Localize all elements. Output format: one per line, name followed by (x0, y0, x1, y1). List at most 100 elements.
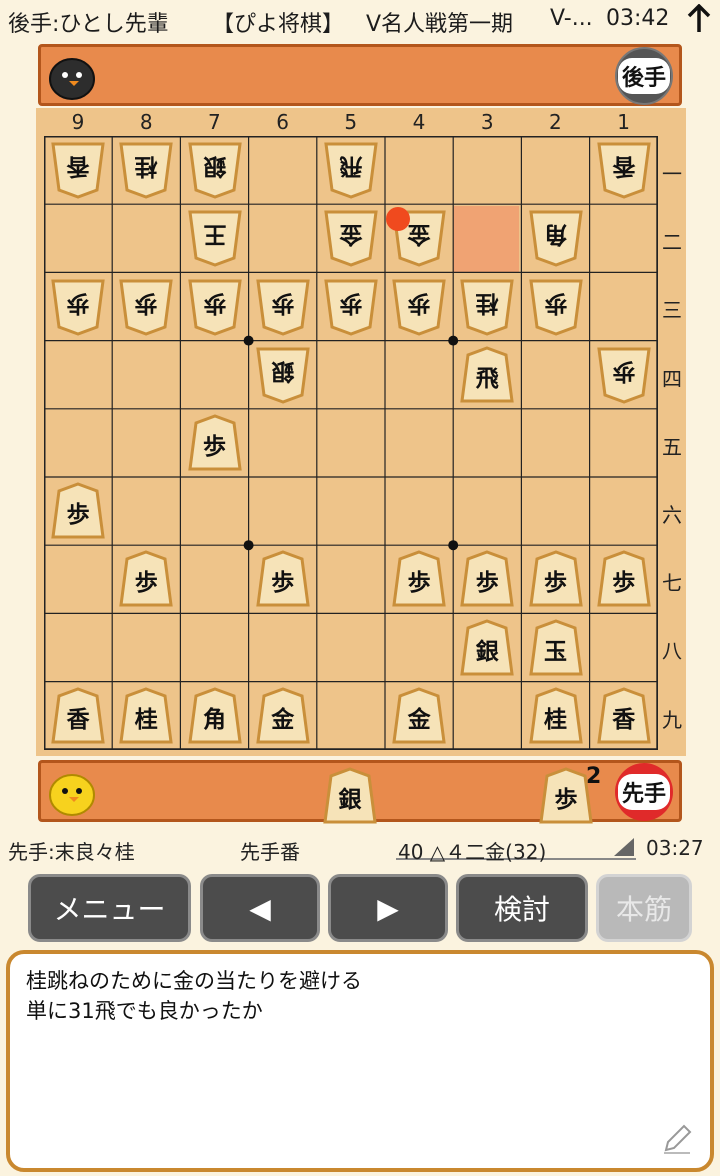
shogi-piece[interactable]: 香 (596, 140, 652, 200)
shogi-piece[interactable]: 桂 (459, 277, 515, 337)
prev-move-button[interactable]: ◀ (200, 874, 320, 942)
piece-label: 歩 (407, 289, 431, 316)
analyze-button[interactable]: 検討 (456, 874, 588, 942)
row-label: 五 (662, 434, 682, 459)
shogi-piece[interactable]: 歩 (187, 413, 243, 473)
piece-label: 金 (407, 706, 431, 733)
last-move-marker-icon (386, 207, 410, 231)
piece-label: 歩 (271, 289, 295, 316)
mainline-button[interactable]: 本筋 (596, 874, 692, 942)
shogi-piece[interactable]: 歩 (255, 277, 311, 337)
shogi-piece[interactable]: 王 (187, 208, 243, 268)
piece-label: 歩 (134, 289, 158, 316)
app-title: 【ぴよ将棋】 (212, 12, 345, 37)
piece-label: 香 (66, 706, 90, 733)
shogi-piece[interactable]: 歩 (391, 549, 447, 609)
piece-label: 飛 (475, 365, 499, 392)
shogi-piece[interactable]: 香 (50, 686, 106, 746)
shogi-piece[interactable]: 歩 (528, 277, 584, 337)
piece-label: 歩 (612, 570, 636, 597)
sente-badge-label: 先手 (617, 774, 670, 810)
shogi-piece[interactable]: 歩 (323, 277, 379, 337)
shogi-piece[interactable]: 歩 (596, 345, 652, 405)
gote-hand-bar: 後手 (38, 44, 682, 106)
shogi-piece[interactable]: 桂 (118, 140, 174, 200)
shogi-piece[interactable]: 銀 (459, 618, 515, 678)
shogi-piece[interactable]: 桂 (528, 686, 584, 746)
event-extra: V-... (550, 6, 593, 31)
row-label: 六 (662, 503, 682, 527)
event-title: V名人戦第一期 (366, 12, 514, 37)
status-bar: 後手:ひとし先輩 【ぴよ将棋】 V名人戦第一期 V-... 03:42 (0, 0, 720, 42)
piece-label: 銀 (338, 787, 362, 813)
shogi-piece[interactable]: 飛 (323, 140, 379, 200)
comment-line-1: 桂跳ねのために金の当たりを避ける (26, 969, 362, 993)
row-label: 四 (662, 366, 682, 391)
column-label: 6 (276, 110, 289, 134)
shogi-piece[interactable]: 金 (323, 208, 379, 268)
piece-label: 角 (203, 706, 226, 733)
shogi-piece[interactable]: 歩 (118, 549, 174, 609)
shogi-piece[interactable]: 金 (391, 686, 447, 746)
shogi-piece[interactable]: 飛 (459, 345, 515, 405)
shogi-piece[interactable]: 歩 (459, 549, 515, 609)
row-label: 一 (662, 162, 682, 186)
gote-badge: 後手 (615, 47, 673, 105)
dropdown-triangle-icon[interactable] (612, 836, 636, 858)
shogi-piece[interactable]: 香 (50, 140, 106, 200)
shogi-piece[interactable]: 歩 (596, 549, 652, 609)
piece-label: 香 (612, 706, 636, 733)
piece-label: 金 (339, 221, 363, 248)
piece-label: 歩 (66, 502, 90, 529)
shogi-piece[interactable]: 歩 (50, 277, 106, 337)
next-move-button[interactable]: ▶ (328, 874, 448, 942)
up-arrow-icon[interactable] (686, 4, 712, 34)
shogi-piece[interactable]: 角 (528, 208, 584, 268)
hand-piece[interactable]: 銀 (322, 766, 378, 826)
piece-label: 桂 (544, 706, 567, 733)
piece-label: 歩 (544, 570, 567, 597)
shogi-piece[interactable]: 歩 (528, 549, 584, 609)
piece-label: 銀 (475, 638, 499, 665)
shogi-piece[interactable]: 桂 (118, 686, 174, 746)
move-comment[interactable]: 桂跳ねのために金の当たりを避ける 単に31飛でも良かったか (6, 950, 714, 1172)
row-label: 二 (662, 230, 682, 255)
piece-label: 桂 (134, 153, 158, 180)
column-label: 9 (71, 110, 85, 134)
shogi-piece[interactable]: 金 (255, 686, 311, 746)
column-label: 3 (480, 110, 494, 134)
piece-label: 歩 (203, 289, 226, 316)
current-move: 40 △４二金(32) (398, 840, 547, 864)
shogi-piece[interactable]: 歩 (118, 277, 174, 337)
sente-badge: 先手 (615, 763, 673, 821)
row-label: 七 (662, 571, 682, 596)
shogi-piece[interactable]: 歩 (187, 277, 243, 337)
piece-label: 歩 (475, 570, 499, 597)
shogi-piece[interactable]: 歩 (255, 549, 311, 609)
move-time: 03:27 (646, 836, 704, 860)
shogi-piece[interactable]: 玉 (528, 618, 584, 678)
piece-label: 桂 (475, 289, 499, 316)
column-label: 4 (412, 110, 426, 134)
info-row: 先手:末良々桂 先手番 40 △４二金(32) 03:27 (0, 830, 720, 866)
comment-line-2: 単に31飛でも良かったか (26, 999, 263, 1023)
piece-label: 角 (544, 221, 567, 248)
move-selector[interactable]: 40 △４二金(32) (396, 832, 636, 864)
shogi-piece[interactable]: 銀 (255, 345, 311, 405)
piece-label: 飛 (339, 153, 363, 180)
shogi-piece[interactable]: 歩 (391, 277, 447, 337)
turn-indicator: 先手番 (240, 840, 300, 864)
menu-button[interactable]: メニュー (28, 874, 191, 942)
column-label: 2 (549, 110, 562, 134)
edit-pencil-icon[interactable] (660, 1122, 694, 1156)
shogi-piece[interactable]: 歩 (50, 481, 106, 541)
row-label: 九 (662, 707, 682, 732)
piece-label: 歩 (271, 570, 295, 597)
sente-chick-avatar-icon (49, 774, 95, 816)
piece-label: 銀 (271, 357, 295, 384)
shogi-piece[interactable]: 香 (596, 686, 652, 746)
shogi-piece[interactable]: 角 (187, 686, 243, 746)
piece-label: 歩 (66, 289, 90, 316)
sente-player-name: 先手:末良々桂 (8, 840, 135, 864)
shogi-piece[interactable]: 銀 (187, 140, 243, 200)
